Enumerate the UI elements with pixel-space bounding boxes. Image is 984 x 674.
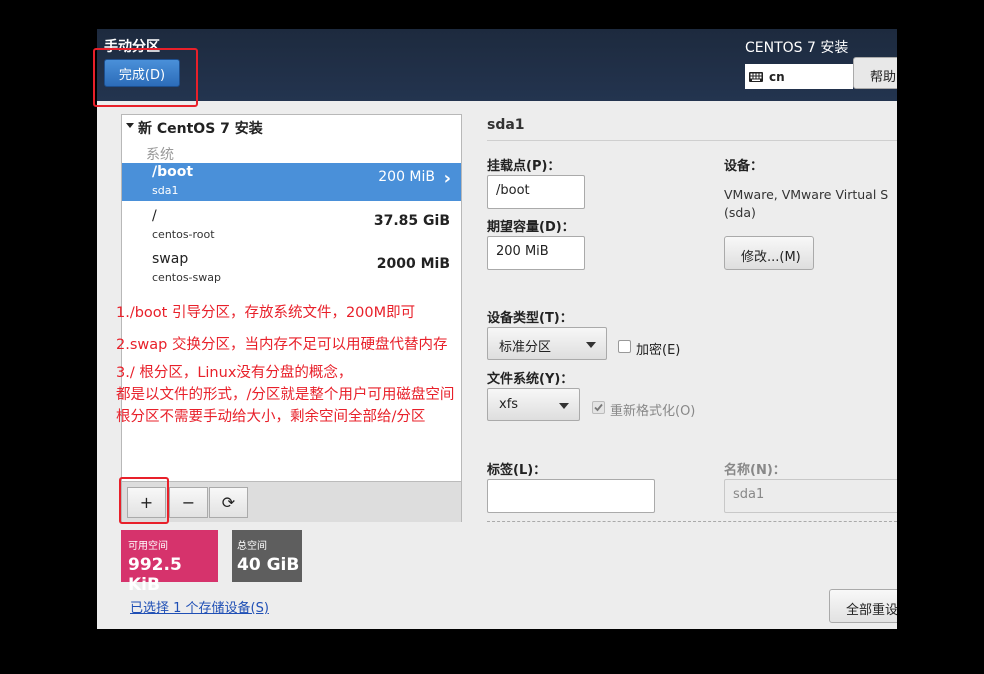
desired-capacity-label: 期望容量(D)： [487, 220, 575, 235]
reformat-checkbox[interactable] [592, 401, 605, 414]
partition-size: 37.85 GiB [373, 213, 450, 229]
header-bar: 手动分区 完成(D) CENTOS 7 安装 cn 帮助 [97, 29, 897, 101]
highlight-box-done [93, 48, 198, 107]
partition-size: 200 MiB [378, 169, 435, 185]
encrypt-checkbox[interactable] [618, 340, 631, 353]
selected-storage-link[interactable]: 已选择 1 个存储设备(S) [130, 597, 269, 616]
desired-capacity-input[interactable]: 200 MiB [487, 236, 585, 270]
remove-partition-button[interactable]: − [169, 487, 208, 518]
expander-arrow-icon[interactable] [126, 123, 134, 128]
tag-label: 标签(L)： [487, 463, 547, 478]
partition-device: sda1 [152, 184, 179, 197]
annotation-text: 都是以文件的形式，/分区就是整个用户可用磁盘空间 [116, 387, 455, 403]
chevron-down-icon [586, 342, 596, 348]
partition-mount: /boot [152, 164, 194, 180]
mount-point-label: 挂载点(P)： [487, 159, 561, 174]
partition-mount: / [152, 208, 157, 224]
partition-device: centos-swap [152, 271, 221, 284]
encrypt-label: 加密(E) [636, 343, 681, 358]
annotation-text: 根分区不需要手动给大小，剩余空间全部给/分区 [116, 409, 426, 425]
keyboard-icon [749, 71, 763, 82]
refresh-icon: ⟳ [221, 493, 236, 512]
highlight-box-add [119, 477, 169, 524]
partition-row-swap[interactable]: swap centos-swap 2000 MiB [122, 250, 461, 288]
details-bottom-divider [487, 521, 897, 522]
modify-button[interactable]: 修改...(M) [724, 236, 814, 270]
device-description-sub: (sda) [724, 205, 756, 220]
annotation-text: 3./ 根分区，Linux没有分盘的概念， [116, 365, 353, 381]
details-separator [487, 140, 897, 141]
device-description: VMware, VMware Virtual S [724, 187, 889, 202]
help-button[interactable]: 帮助 [853, 57, 897, 89]
device-label: 设备： [724, 159, 764, 174]
device-type-select[interactable]: 标准分区 [487, 327, 607, 360]
filesystem-select[interactable]: xfs [487, 388, 580, 421]
partition-toolbar: + − ⟳ [122, 481, 461, 522]
partition-device: centos-root [152, 228, 215, 241]
device-type-value: 标准分区 [499, 340, 552, 355]
total-space-value: 40 GiB [237, 555, 300, 575]
annotation-text: 1./boot 引导分区，存放系统文件，200M即可 [116, 305, 416, 321]
available-space-box: 可用空间 992.5 KiB [121, 530, 218, 595]
filesystem-value: xfs [499, 397, 519, 412]
product-title: CENTOS 7 安装 [745, 40, 849, 56]
filesystem-label: 文件系统(Y)： [487, 372, 574, 387]
name-label: 名称(N)： [724, 463, 786, 478]
keyboard-layout-label: cn [769, 69, 785, 84]
available-space-value: 992.5 KiB [128, 555, 182, 595]
partition-details-title: sda1 [487, 117, 525, 133]
partition-row-root[interactable]: / centos-root 37.85 GiB [122, 207, 461, 245]
partition-row-boot[interactable]: /boot sda1 200 MiB › [122, 163, 461, 201]
install-group-header[interactable]: 新 CentOS 7 安装 [138, 118, 263, 138]
partition-size: 2000 MiB [376, 256, 450, 272]
available-space-label: 可用空间 [128, 541, 168, 552]
tag-input[interactable] [487, 479, 655, 513]
partition-mount: swap [152, 251, 189, 267]
annotation-text: 2.swap 交换分区，当内存不足可以用硬盘代替内存 [116, 337, 448, 353]
installer-window: 手动分区 完成(D) CENTOS 7 安装 cn 帮助 新 CentOS 7 … [97, 29, 897, 629]
reformat-label: 重新格式化(O) [610, 404, 696, 419]
checkmark-icon [594, 403, 603, 412]
system-section-label: 系统 [146, 147, 174, 163]
name-input: sda1 [724, 479, 897, 513]
refresh-button[interactable]: ⟳ [209, 487, 248, 518]
mount-point-input[interactable]: /boot [487, 175, 585, 209]
total-space-box: 总空间 40 GiB [232, 530, 302, 582]
total-space-label: 总空间 [237, 541, 267, 552]
chevron-right-icon: › [443, 168, 451, 189]
keyboard-layout-indicator[interactable]: cn [745, 64, 853, 89]
chevron-down-icon [559, 403, 569, 409]
device-type-label: 设备类型(T)： [487, 311, 573, 326]
reset-all-button[interactable]: 全部重设 [829, 589, 897, 623]
